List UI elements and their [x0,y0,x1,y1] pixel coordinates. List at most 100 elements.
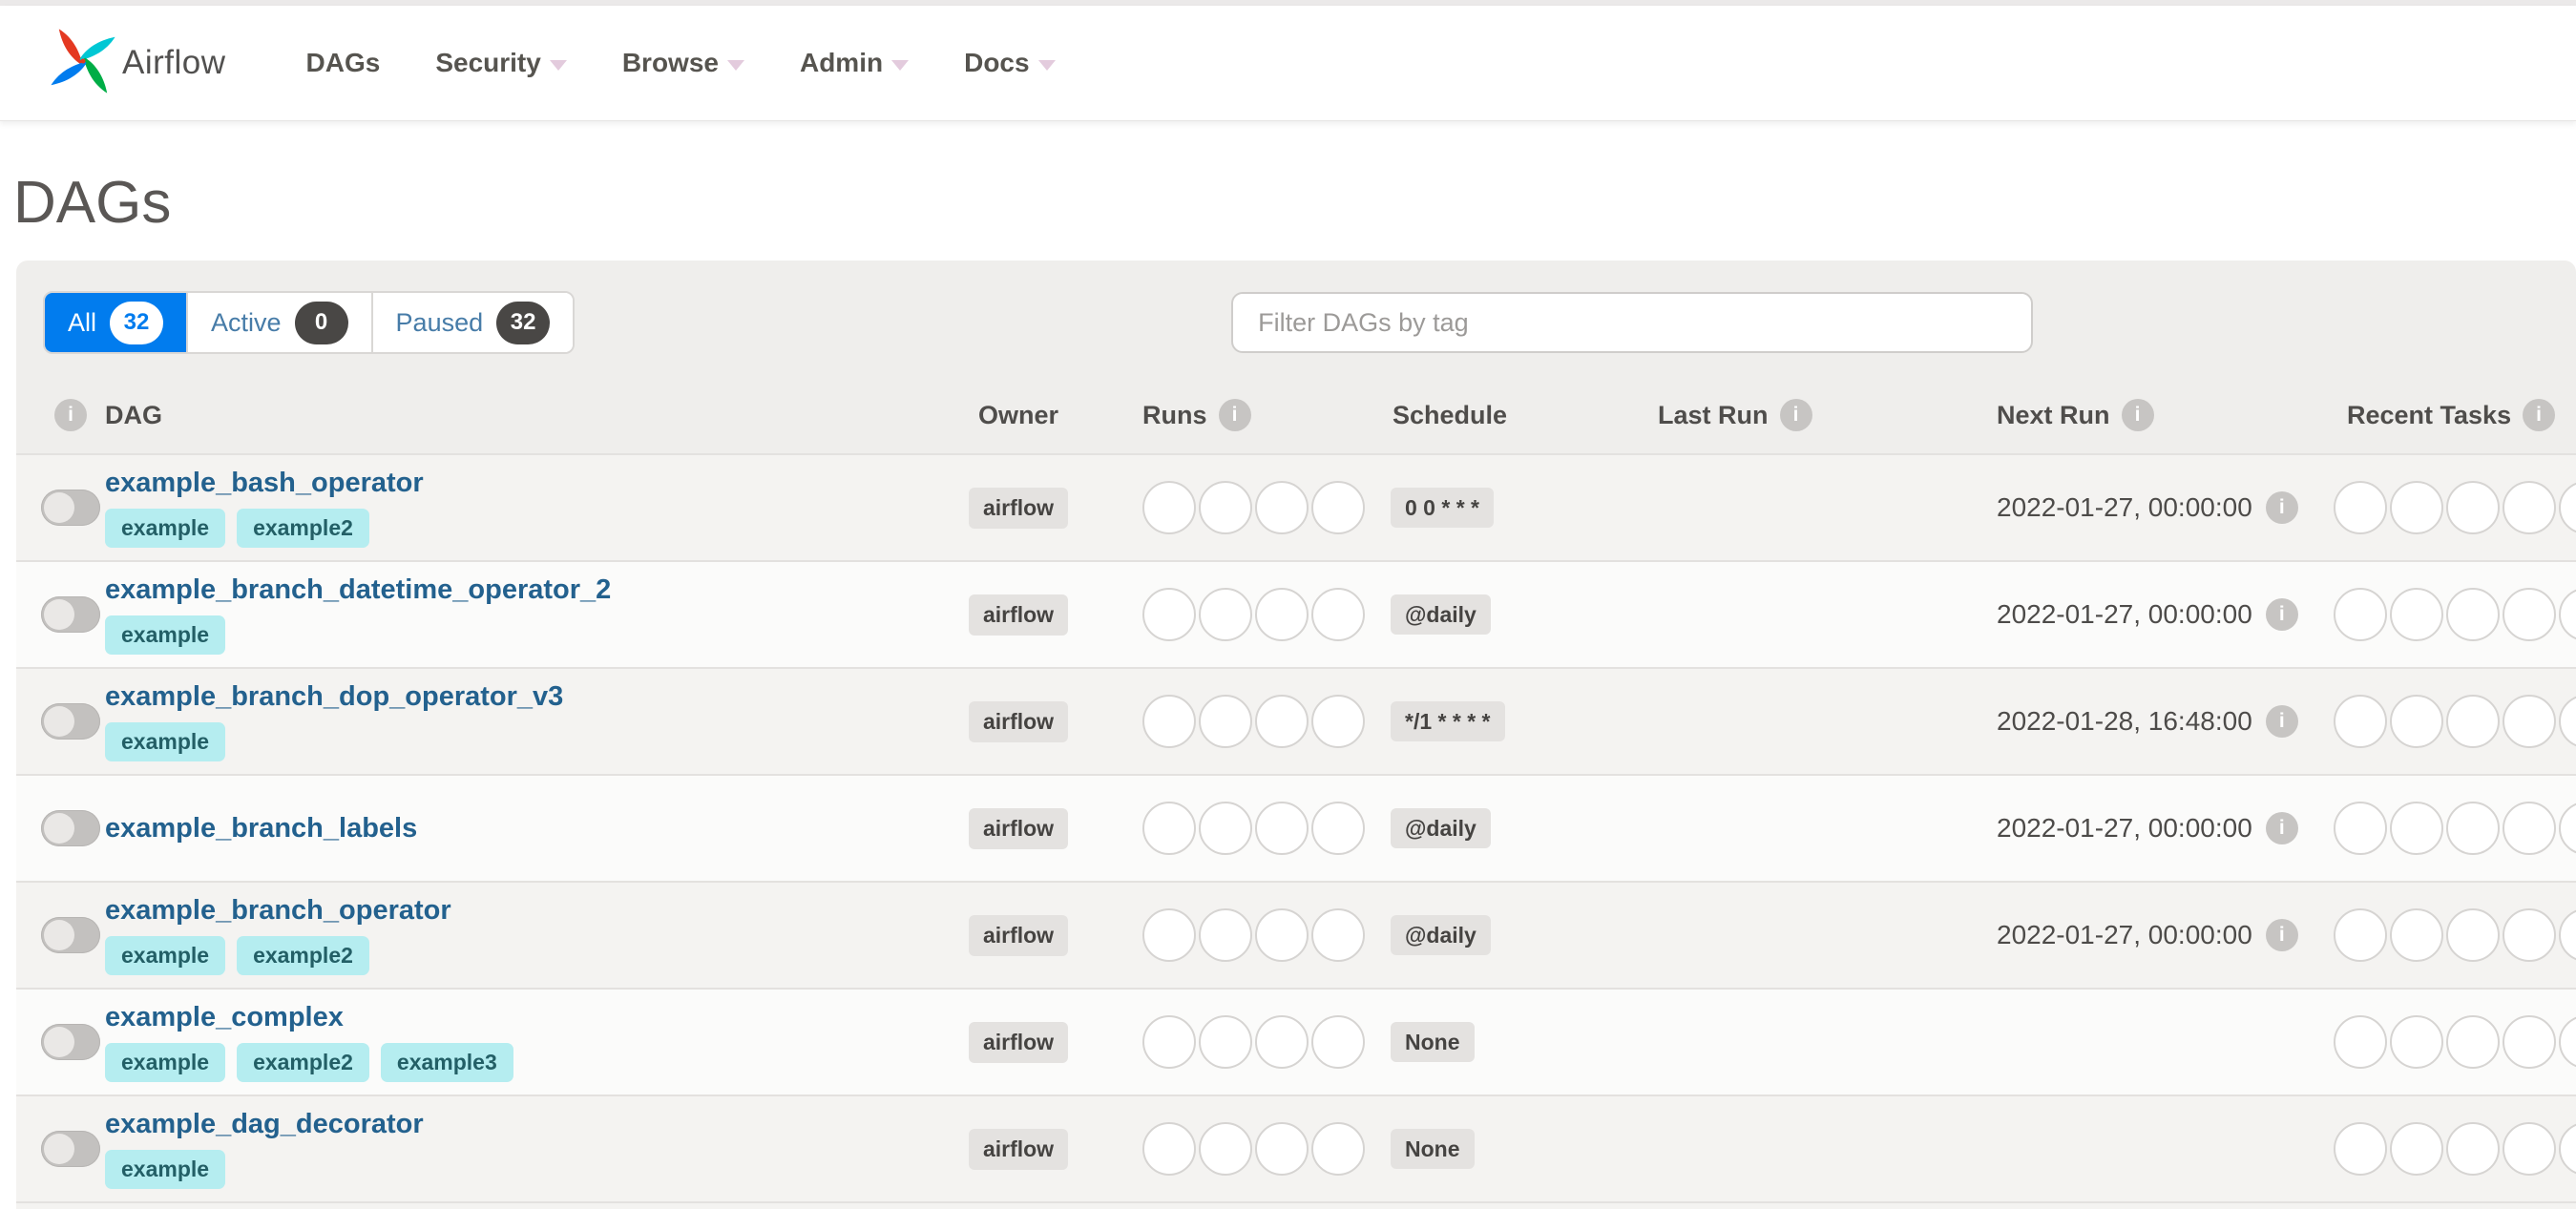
tag-filter-input[interactable] [1231,292,2034,353]
nav-item-security[interactable]: Security [435,48,567,78]
pause-toggle[interactable] [41,810,100,846]
recent-task-circle[interactable] [2503,802,2556,855]
dag-tag[interactable]: example2 [237,936,369,975]
dag-tag[interactable]: example2 [237,1043,369,1082]
pause-toggle[interactable] [41,1024,100,1060]
dag-tag[interactable]: example2 [237,509,369,548]
recent-task-circle[interactable] [2503,1015,2556,1069]
run-status-circle[interactable] [1199,481,1252,534]
recent-task-circle[interactable] [2503,588,2556,641]
dag-link[interactable]: example_branch_operator [105,895,942,927]
recent-task-circle[interactable] [2446,802,2500,855]
dag-tag[interactable]: example [105,722,226,761]
recent-task-circle[interactable] [2446,588,2500,641]
info-icon[interactable]: i [1218,399,1251,431]
info-icon[interactable]: i [1779,399,1812,431]
run-status-circle[interactable] [1255,1015,1309,1069]
nav-item-admin[interactable]: Admin [800,48,910,78]
filter-tab-active[interactable]: Active 0 [186,293,371,352]
recent-task-circle[interactable] [2390,802,2443,855]
recent-task-circle[interactable] [2334,1122,2387,1176]
recent-task-circle[interactable] [2334,695,2387,748]
dag-tag[interactable]: example [105,1043,226,1082]
info-icon[interactable]: i [2121,399,2154,431]
run-status-circle[interactable] [1142,481,1196,534]
run-status-circle[interactable] [1199,695,1252,748]
info-icon[interactable]: i [2265,491,2298,524]
info-icon[interactable]: i [2265,598,2298,631]
run-status-circle[interactable] [1199,908,1252,962]
filter-tab-paused[interactable]: Paused 32 [370,293,574,352]
dag-tag[interactable]: example [105,936,226,975]
recent-task-circle[interactable] [2559,908,2576,962]
dag-link[interactable]: example_complex [105,1002,942,1033]
recent-task-circle[interactable] [2446,1122,2500,1176]
run-status-circle[interactable] [1142,1015,1196,1069]
recent-task-circle[interactable] [2503,908,2556,962]
recent-task-circle[interactable] [2446,1015,2500,1069]
pause-toggle[interactable] [41,490,100,526]
recent-task-circle[interactable] [2334,588,2387,641]
recent-task-circle[interactable] [2390,588,2443,641]
recent-task-circle[interactable] [2334,908,2387,962]
info-icon[interactable]: i [2265,919,2298,951]
recent-task-circle[interactable] [2390,481,2443,534]
dag-tag[interactable]: example3 [380,1043,513,1082]
run-status-circle[interactable] [1199,802,1252,855]
dag-link[interactable]: example_branch_labels [105,813,942,844]
run-status-circle[interactable] [1311,908,1365,962]
run-status-circle[interactable] [1142,1122,1196,1176]
run-status-circle[interactable] [1311,1015,1365,1069]
recent-task-circle[interactable] [2503,1122,2556,1176]
run-status-circle[interactable] [1142,802,1196,855]
run-status-circle[interactable] [1199,1122,1252,1176]
recent-task-circle[interactable] [2559,802,2576,855]
recent-task-circle[interactable] [2503,695,2556,748]
recent-task-circle[interactable] [2503,481,2556,534]
run-status-circle[interactable] [1255,802,1309,855]
recent-task-circle[interactable] [2446,908,2500,962]
info-icon[interactable]: i [2265,812,2298,844]
run-status-circle[interactable] [1199,1015,1252,1069]
dag-link[interactable]: example_branch_datetime_operator_2 [105,574,942,606]
recent-task-circle[interactable] [2334,1015,2387,1069]
run-status-circle[interactable] [1311,1122,1365,1176]
pause-toggle[interactable] [41,703,100,740]
recent-task-circle[interactable] [2334,802,2387,855]
nav-item-dags[interactable]: DAGs [306,48,381,78]
dag-link[interactable]: example_bash_operator [105,468,942,499]
pause-toggle[interactable] [41,917,100,953]
run-status-circle[interactable] [1142,588,1196,641]
recent-task-circle[interactable] [2334,481,2387,534]
run-status-circle[interactable] [1142,908,1196,962]
recent-task-circle[interactable] [2390,1015,2443,1069]
pause-toggle[interactable] [41,1131,100,1167]
run-status-circle[interactable] [1255,908,1309,962]
recent-task-circle[interactable] [2559,588,2576,641]
dag-tag[interactable]: example [105,615,226,655]
recent-task-circle[interactable] [2446,481,2500,534]
filter-tab-all[interactable]: All 32 [45,293,187,352]
run-status-circle[interactable] [1142,695,1196,748]
recent-task-circle[interactable] [2559,1122,2576,1176]
recent-task-circle[interactable] [2559,1015,2576,1069]
recent-task-circle[interactable] [2390,1122,2443,1176]
run-status-circle[interactable] [1255,588,1309,641]
run-status-circle[interactable] [1255,695,1309,748]
run-status-circle[interactable] [1311,695,1365,748]
pause-toggle[interactable] [41,596,100,633]
brand[interactable]: Airflow [50,25,226,102]
info-icon[interactable]: i [2265,705,2298,738]
recent-task-circle[interactable] [2446,695,2500,748]
run-status-circle[interactable] [1255,481,1309,534]
info-icon[interactable]: i [2523,399,2556,431]
info-icon[interactable]: i [54,399,87,431]
recent-task-circle[interactable] [2559,481,2576,534]
run-status-circle[interactable] [1311,588,1365,641]
run-status-circle[interactable] [1311,481,1365,534]
dag-tag[interactable]: example [105,509,226,548]
nav-item-browse[interactable]: Browse [622,48,744,78]
nav-item-docs[interactable]: Docs [964,48,1056,78]
recent-task-circle[interactable] [2390,908,2443,962]
recent-task-circle[interactable] [2390,695,2443,748]
